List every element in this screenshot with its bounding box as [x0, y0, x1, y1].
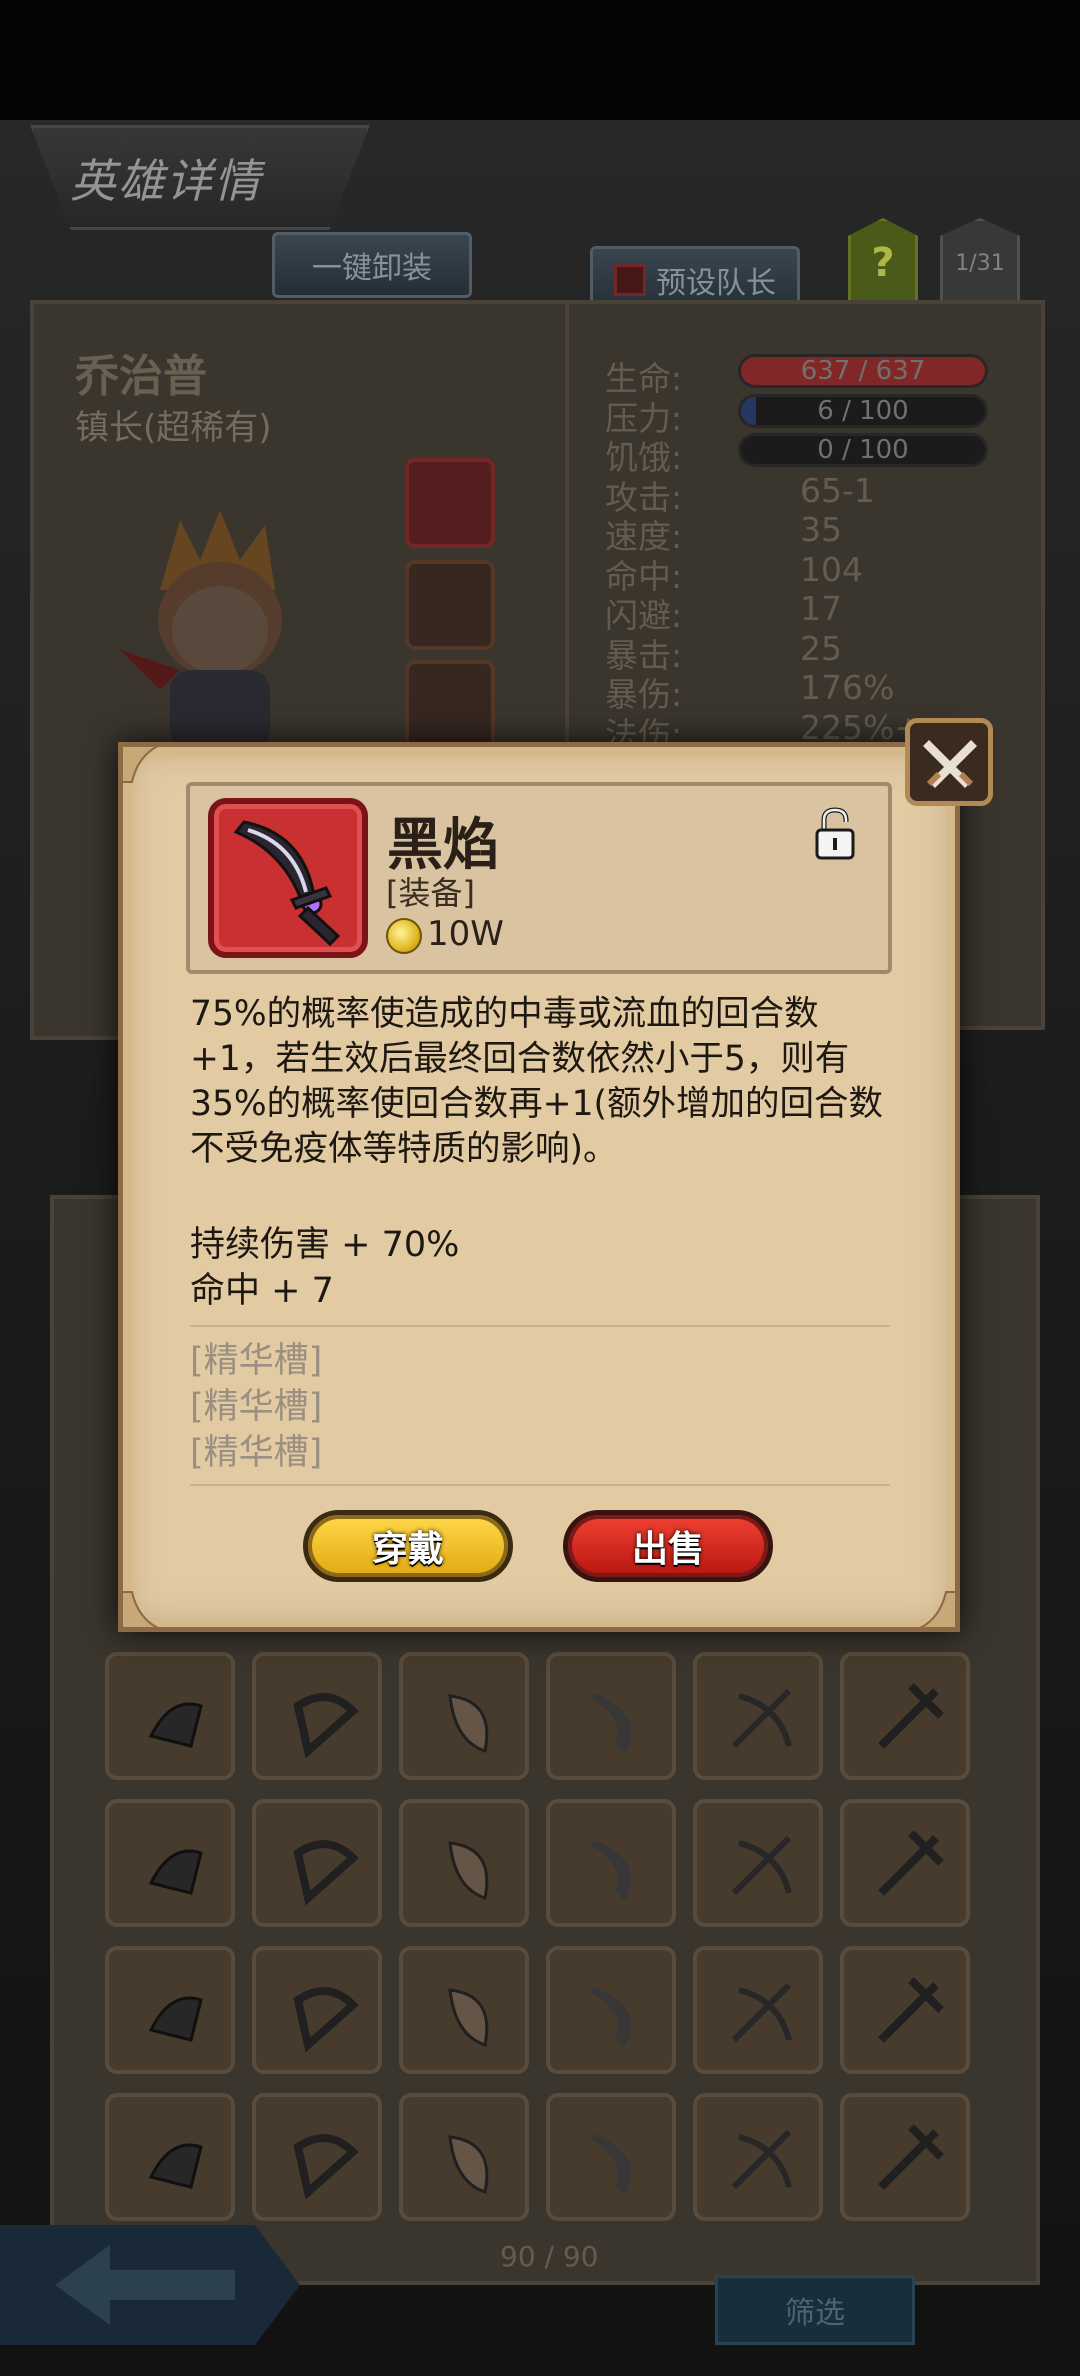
item-description: 75%的概率使造成的中毒或流血的回合数+1，若生效后最终回合数依然小于5，则有3… [190, 994, 883, 1169]
essence-slot: [精华槽] [190, 1433, 323, 1473]
item-type: [装备] [386, 874, 475, 912]
divider [190, 1325, 890, 1327]
dark-dagger-icon [233, 820, 341, 947]
crossed-swords-icon [923, 740, 977, 788]
divider [190, 1484, 890, 1486]
close-button[interactable] [905, 718, 993, 806]
corner-ornament-icon [121, 745, 159, 783]
item-icon-frame [208, 798, 368, 958]
corner-ornament-icon [121, 1591, 159, 1629]
unlocked-padlock-icon[interactable] [812, 806, 858, 862]
essence-slot: [精华槽] [190, 1387, 323, 1427]
essence-slot: [精华槽] [190, 1341, 323, 1381]
gold-coin-icon [386, 918, 422, 954]
corner-ornament-icon [919, 1591, 957, 1629]
item-stat-line: 命中 + 7 [190, 1271, 334, 1311]
item-stat-line: 持续伤害 + 70% [190, 1225, 460, 1265]
item-price: 10W [427, 914, 504, 954]
equip-button[interactable]: 穿戴 [303, 1510, 513, 1582]
sell-button[interactable]: 出售 [563, 1510, 773, 1582]
